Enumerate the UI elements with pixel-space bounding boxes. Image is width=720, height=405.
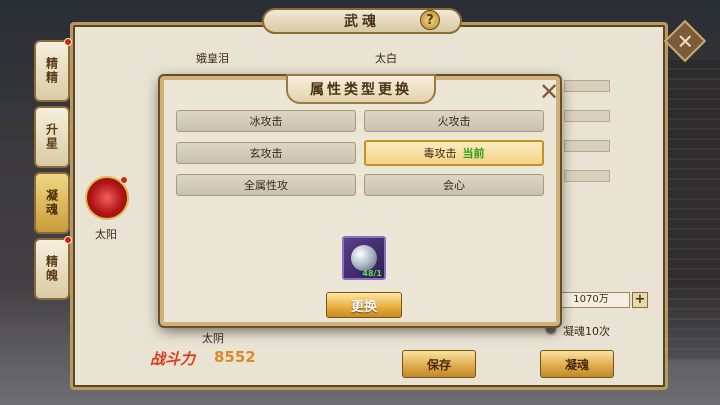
notification-dot-icon xyxy=(120,176,128,184)
attribute-bar xyxy=(564,170,610,182)
soul-stone-icon xyxy=(351,245,377,271)
notification-dot-icon xyxy=(64,236,72,244)
option-label: 毒攻击 xyxy=(423,147,457,160)
side-tab-2[interactable]: 升星 xyxy=(34,106,70,168)
power-label: 战斗力 xyxy=(150,350,196,368)
modal-title: 属性类型更换 xyxy=(310,82,412,98)
top-right-item-name: 太白 xyxy=(375,52,397,65)
top-item-name: 娥皇泪 xyxy=(196,52,229,65)
power-value: 8552 xyxy=(214,348,256,366)
option-label: 火攻击 xyxy=(437,115,471,128)
side-tab-1[interactable]: 精精 xyxy=(34,38,72,102)
side-tab-4[interactable]: 精魄 xyxy=(34,236,72,300)
add-currency-button[interactable]: + xyxy=(632,292,648,308)
close-icon: ✕ xyxy=(676,28,694,53)
condense-button[interactable]: 凝魂 xyxy=(540,350,614,378)
soul-stone-item[interactable]: 48/1 xyxy=(342,236,386,280)
cost-amount: 1070万 xyxy=(552,292,630,308)
attribute-bar xyxy=(564,110,610,122)
attribute-bar xyxy=(564,80,610,92)
option-poison-attack[interactable]: 毒攻击 当前 xyxy=(364,140,544,166)
side-tab-label: 精精 xyxy=(44,57,59,85)
attribute-bar xyxy=(564,140,610,152)
option-ice-attack[interactable]: 冰攻击 xyxy=(176,110,356,132)
item-count: 48/1 xyxy=(362,269,382,278)
option-critical[interactable]: 会心 xyxy=(364,174,544,196)
option-label: 全属性攻 xyxy=(244,179,288,192)
sun-label: 太阳 xyxy=(95,228,117,241)
option-fire-attack[interactable]: 火攻击 xyxy=(364,110,544,132)
option-label: 玄攻击 xyxy=(249,147,283,160)
save-button[interactable]: 保存 xyxy=(402,350,476,378)
option-all-attack[interactable]: 全属性攻 xyxy=(176,174,356,196)
current-badge: 当前 xyxy=(462,147,485,160)
modal-close-button[interactable]: ✕ xyxy=(538,80,560,104)
condense-10-label: 凝魂10次 xyxy=(563,325,610,338)
attribute-change-modal: 属性类型更换 ✕ 冰攻击 火攻击 玄攻击 毒攻击 当前 全属性攻 会心 48/1… xyxy=(160,74,560,326)
main-title: 武魂 xyxy=(344,14,380,30)
side-tab-3[interactable]: 凝魂 xyxy=(34,172,70,234)
option-mystic-attack[interactable]: 玄攻击 xyxy=(176,142,356,164)
side-tab-label: 精魄 xyxy=(44,255,59,283)
option-label: 会心 xyxy=(443,179,465,192)
moon-label: 太阴 xyxy=(202,332,224,345)
swap-button[interactable]: 更换 xyxy=(326,292,402,318)
side-tab-label: 凝魂 xyxy=(44,189,59,217)
help-button[interactable]: ? xyxy=(420,10,440,30)
notification-dot-icon xyxy=(64,38,72,46)
option-label: 冰攻击 xyxy=(249,115,283,128)
modal-title-bar: 属性类型更换 xyxy=(286,74,436,104)
side-tab-label: 升星 xyxy=(44,123,59,151)
